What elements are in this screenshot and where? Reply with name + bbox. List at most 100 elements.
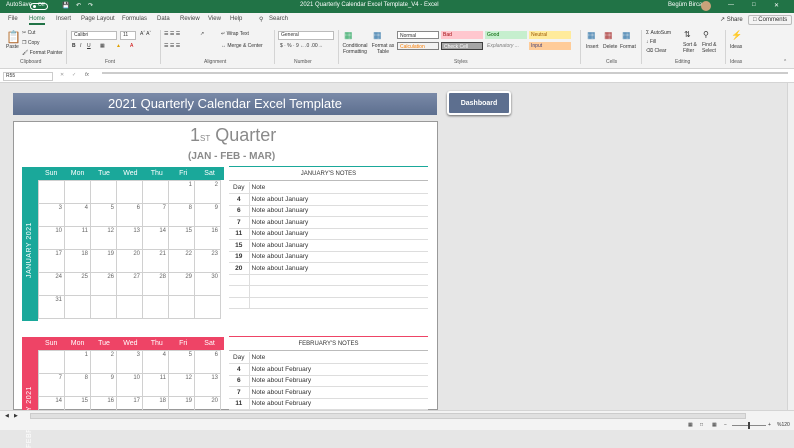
vertical-scrollbar[interactable] [787, 83, 794, 410]
note-text[interactable] [249, 285, 428, 298]
clear-button[interactable]: ⌫ Clear [646, 48, 666, 54]
sort-filter-button[interactable]: Sort & Filter [683, 42, 699, 54]
style-good[interactable]: Good [485, 31, 527, 39]
fill-button[interactable]: ↓ Fill [646, 39, 656, 45]
calendar-day-cell[interactable]: 1 [168, 180, 195, 204]
note-text[interactable]: Note about January [249, 205, 428, 217]
calendar-day-cell[interactable]: 14 [38, 396, 65, 410]
calendar-day-cell[interactable]: 27 [116, 272, 143, 296]
calendar-day-cell[interactable] [90, 295, 117, 319]
page-break-view-icon[interactable]: ▦ [712, 422, 717, 428]
calendar-day-cell[interactable] [38, 350, 65, 374]
note-day[interactable]: 6 [229, 205, 250, 217]
note-text[interactable]: Note about February [249, 386, 428, 399]
merge-center-button[interactable]: ↔ Merge & Center [221, 43, 263, 49]
calendar-day-cell[interactable]: 18 [142, 396, 169, 410]
paste-button[interactable]: Paste [6, 44, 19, 50]
calendar-day-cell[interactable]: 17 [116, 396, 143, 410]
calendar-day-cell[interactable]: 24 [38, 272, 65, 296]
calendar-day-cell[interactable]: 11 [142, 373, 169, 397]
calendar-day-cell[interactable]: 14 [142, 226, 169, 250]
calendar-day-cell[interactable]: 23 [194, 249, 221, 273]
align-top-icon[interactable]: ☰ ☰ ☰ [164, 31, 180, 37]
cut-button[interactable]: ✂ Cut [22, 30, 35, 36]
minimize-icon[interactable]: — [728, 2, 734, 8]
note-text[interactable]: Note about February [249, 398, 428, 410]
calendar-day-cell[interactable] [142, 295, 169, 319]
tab-view[interactable]: View [208, 16, 221, 22]
tab-formulas[interactable]: Formulas [122, 16, 147, 22]
note-text[interactable]: Note about January [249, 262, 428, 275]
calendar-day-cell[interactable]: 18 [64, 249, 91, 273]
calendar-day-cell[interactable]: 29 [168, 272, 195, 296]
format-cells-button[interactable]: Format [620, 44, 636, 50]
calendar-day-cell[interactable]: 20 [194, 396, 221, 410]
note-text[interactable]: Note about January [249, 193, 428, 206]
calendar-day-cell[interactable] [64, 295, 91, 319]
note-text[interactable]: Note about January [249, 228, 428, 240]
style-normal[interactable]: Normal [397, 31, 439, 39]
calendar-day-cell[interactable]: 12 [168, 373, 195, 397]
font-color-icon[interactable]: A [130, 43, 133, 49]
note-text[interactable]: Note about February [249, 375, 428, 387]
currency-icon[interactable]: $ ⋅ % ⋅ 9 ←.0 .00→ [280, 43, 323, 49]
note-day[interactable]: 19 [229, 251, 250, 263]
share-button[interactable]: ↗ Share [716, 15, 747, 25]
underline-button[interactable]: U [87, 43, 91, 49]
number-format-select[interactable]: General [278, 31, 334, 40]
calendar-day-cell[interactable]: 2 [90, 350, 117, 374]
cancel-icon[interactable]: ✕ [60, 72, 64, 78]
borders-icon[interactable]: ▦ [100, 43, 105, 49]
calendar-day-cell[interactable] [38, 180, 65, 204]
normal-view-icon[interactable]: ▦ [688, 422, 693, 428]
calendar-day-cell[interactable]: 25 [64, 272, 91, 296]
orientation-icon[interactable]: ↗ [200, 31, 204, 37]
calendar-day-cell[interactable]: 28 [142, 272, 169, 296]
calendar-day-cell[interactable]: 15 [168, 226, 195, 250]
close-icon[interactable]: ✕ [774, 2, 779, 9]
calendar-day-cell[interactable]: 11 [64, 226, 91, 250]
font-name-select[interactable]: Calibri [71, 31, 117, 40]
calendar-day-cell[interactable]: 7 [142, 203, 169, 227]
calendar-day-cell[interactable]: 31 [38, 295, 65, 319]
enter-icon[interactable]: ✓ [72, 72, 76, 78]
save-icon[interactable]: 💾 [62, 2, 69, 9]
tab-data[interactable]: Data [157, 16, 170, 22]
calendar-day-cell[interactable]: 2 [194, 180, 221, 204]
note-text[interactable]: Note about January [249, 239, 428, 252]
note-text[interactable] [249, 297, 428, 309]
calendar-day-cell[interactable]: 22 [168, 249, 195, 273]
note-day[interactable] [229, 274, 250, 286]
calendar-day-cell[interactable]: 4 [64, 203, 91, 227]
note-day[interactable]: 7 [229, 216, 250, 229]
horizontal-scrollbar[interactable] [30, 413, 746, 419]
calendar-day-cell[interactable]: 16 [90, 396, 117, 410]
tab-home[interactable]: Home [29, 16, 46, 25]
format-cells-icon[interactable]: ▦ [622, 30, 631, 41]
conditional-formatting-button[interactable]: Conditional Formatting [342, 43, 368, 55]
bold-button[interactable]: B [72, 43, 76, 49]
tab-review[interactable]: Review [180, 16, 200, 22]
calendar-day-cell[interactable] [116, 295, 143, 319]
find-select-icon[interactable]: ⚲ [703, 30, 709, 39]
note-day[interactable] [229, 285, 250, 298]
italic-button[interactable]: I [80, 43, 81, 49]
restore-icon[interactable]: □ [752, 2, 756, 8]
tab-file[interactable]: File [8, 16, 18, 22]
tab-insert[interactable]: Insert [56, 16, 71, 22]
zoom-level[interactable]: %120 [777, 422, 790, 428]
calendar-day-cell[interactable] [64, 180, 91, 204]
copy-button[interactable]: ❐ Copy [22, 40, 40, 46]
sheet-nav-right-icon[interactable]: ▶ [14, 413, 18, 419]
note-day[interactable]: 6 [229, 375, 250, 387]
font-size-select[interactable]: 11 [120, 31, 136, 40]
calendar-day-cell[interactable]: 6 [116, 203, 143, 227]
ideas-icon[interactable]: ⚡ [731, 30, 742, 41]
calendar-day-cell[interactable]: 9 [194, 203, 221, 227]
style-calculation[interactable]: Calculation [397, 42, 439, 50]
delete-cells-button[interactable]: Delete [603, 44, 617, 50]
note-text[interactable]: Note about January [249, 251, 428, 263]
calendar-day-cell[interactable]: 3 [116, 350, 143, 374]
style-explanatory[interactable]: Explanatory ... [485, 42, 527, 50]
calendar-day-cell[interactable]: 19 [168, 396, 195, 410]
